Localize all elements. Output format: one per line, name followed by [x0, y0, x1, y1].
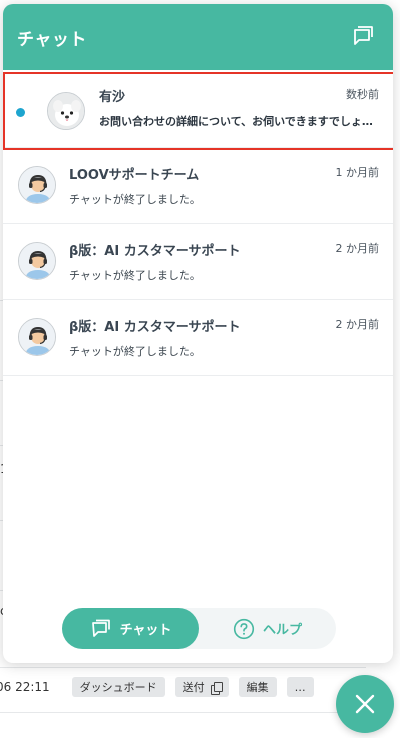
conversation-content: LOOVサポートチーム 1 か月前 チャットが終了しました。 [69, 164, 379, 207]
widget-tab-bar: チャット ヘルプ [62, 608, 336, 649]
tab-chat[interactable]: チャット [62, 608, 199, 649]
conversation-time: 2 か月前 [335, 318, 380, 331]
tab-chat-label: チャット [119, 623, 172, 638]
chat-bubble-icon [91, 619, 110, 637]
conversation-item[interactable]: LOOVサポートチーム 1 か月前 チャットが終了しました。 [3, 148, 393, 224]
more-button[interactable]: … [286, 677, 314, 697]
copy-icon [210, 681, 223, 695]
conversation-name: 有沙 [99, 90, 126, 105]
edit-button-label: 編集 [246, 681, 269, 694]
record-timestamp: 06 22:11 [0, 680, 50, 694]
send-button-label: 送付 [182, 681, 205, 694]
background-record-row: 06 22:11 ダッシュボード 送付 編集 … [0, 672, 366, 702]
dashboard-button-label: ダッシュボード [79, 681, 157, 694]
close-widget-button[interactable] [336, 675, 394, 733]
new-chat-icon[interactable] [349, 24, 375, 50]
chat-widget: チャット 有沙 数秒前 お問い合わせの詳細について、お伺いできますでしょうか？ … [3, 4, 393, 663]
close-icon [355, 694, 375, 714]
conversation-preview: チャットが終了しました。 [69, 345, 201, 358]
background-divider [0, 712, 366, 713]
more-icon: … [294, 680, 306, 694]
conversation-preview: お問い合わせの詳細について、お伺いできますでしょうか？ [99, 115, 379, 128]
conversation-time: 1 か月前 [335, 166, 380, 179]
operator-avatar [18, 318, 56, 356]
edit-button[interactable]: 編集 [238, 677, 277, 697]
background-divider [0, 667, 366, 668]
conversation-time: 2 か月前 [335, 242, 380, 255]
conversation-preview: チャットが終了しました。 [69, 193, 201, 206]
operator-avatar [18, 166, 56, 204]
dashboard-button[interactable]: ダッシュボード [71, 677, 165, 697]
dog-avatar [47, 92, 85, 130]
tab-help[interactable]: ヘルプ [199, 608, 336, 649]
conversation-content: β版：AI カスタマーサポート 2 か月前 チャットが終了しました。 [69, 316, 379, 359]
conversation-item[interactable]: 有沙 数秒前 お問い合わせの詳細について、お伺いできますでしょうか？ [3, 70, 393, 150]
tab-help-label: ヘルプ [262, 623, 302, 638]
help-question-icon [233, 618, 255, 639]
conversation-name: β版：AI カスタマーサポート [69, 320, 241, 335]
conversation-content: 有沙 数秒前 お問い合わせの詳細について、お伺いできますでしょうか？ [99, 86, 379, 129]
conversation-time: 数秒前 [346, 88, 379, 101]
widget-header: チャット [3, 4, 393, 70]
conversation-preview: チャットが終了しました。 [69, 269, 201, 282]
widget-title: チャット [17, 29, 87, 50]
conversation-item[interactable]: β版：AI カスタマーサポート 2 か月前 チャットが終了しました。 [3, 300, 393, 376]
operator-avatar [18, 242, 56, 280]
send-button[interactable]: 送付 [174, 677, 229, 697]
conversation-list: 有沙 数秒前 お問い合わせの詳細について、お伺いできますでしょうか？ LOOVサ… [3, 70, 393, 376]
conversation-name: LOOVサポートチーム [69, 168, 200, 183]
unread-indicator [16, 108, 25, 117]
conversation-name: β版：AI カスタマーサポート [69, 244, 241, 259]
conversation-item[interactable]: β版：AI カスタマーサポート 2 か月前 チャットが終了しました。 [3, 224, 393, 300]
conversation-content: β版：AI カスタマーサポート 2 か月前 チャットが終了しました。 [69, 240, 379, 283]
